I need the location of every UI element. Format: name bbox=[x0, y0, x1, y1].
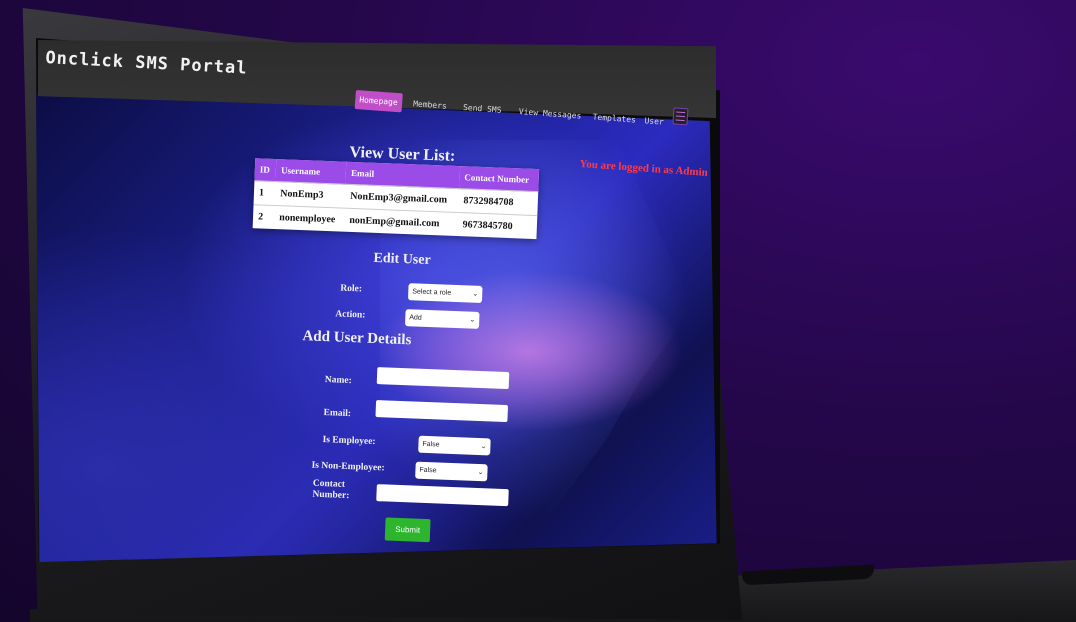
column-header: Username bbox=[275, 159, 347, 185]
contact-label-line1: Contact bbox=[312, 478, 346, 490]
chevron-down-icon: ⌄ bbox=[477, 468, 484, 477]
column-header: Contact Number bbox=[458, 166, 540, 192]
cell-id: 1 bbox=[253, 180, 276, 206]
submit-button[interactable]: Submit bbox=[384, 517, 431, 543]
name-label: Name: bbox=[324, 375, 352, 387]
is-employee-value: False bbox=[422, 440, 440, 449]
is-employee-select[interactable]: False ⌄ bbox=[418, 435, 491, 456]
contact-input[interactable] bbox=[376, 483, 509, 506]
chevron-down-icon: ⌄ bbox=[480, 443, 487, 451]
role-label: Role: bbox=[340, 283, 363, 295]
is-nonemployee-select[interactable]: False ⌄ bbox=[415, 461, 488, 482]
menu-icon[interactable] bbox=[672, 107, 689, 126]
edit-user-title: Edit User bbox=[373, 250, 431, 269]
cell-contact: 8732984708 bbox=[458, 188, 539, 216]
contact-label-line2: Number: bbox=[312, 489, 350, 502]
cell-username: nonemployee bbox=[273, 205, 345, 232]
cell-contact: 9673845780 bbox=[457, 212, 538, 240]
action-select[interactable]: Add ⌄ bbox=[404, 309, 480, 329]
action-select-value: Add bbox=[409, 314, 422, 322]
is-nonemployee-value: False bbox=[419, 466, 437, 475]
is-employee-label: Is Employee: bbox=[322, 435, 376, 448]
action-label: Action: bbox=[335, 309, 366, 321]
contact-label: Contact Number: bbox=[312, 479, 373, 503]
role-select[interactable]: Select a role ⌄ bbox=[407, 283, 483, 304]
nav-view-messages[interactable]: View Messages bbox=[514, 102, 586, 126]
nav-templates[interactable]: Templates bbox=[588, 107, 641, 130]
cell-id: 2 bbox=[252, 204, 275, 229]
nav-homepage[interactable]: Homepage bbox=[354, 90, 403, 113]
column-header: ID bbox=[254, 158, 277, 182]
nav-user[interactable]: User bbox=[640, 111, 669, 132]
chevron-down-icon: ⌄ bbox=[469, 316, 476, 324]
role-select-value: Select a role bbox=[412, 288, 452, 297]
user-table: ID Username Email Contact Number 1 NonEm… bbox=[252, 158, 540, 240]
cell-email: nonEmp@gmail.com bbox=[343, 208, 459, 237]
is-nonemployee-label: Is Non-Employee: bbox=[311, 460, 385, 474]
cell-username: NonEmp3 bbox=[274, 181, 346, 209]
nav-members[interactable]: Members bbox=[408, 94, 451, 116]
email-label: Email: bbox=[323, 408, 352, 420]
nav-send-sms[interactable]: Send SMS bbox=[458, 98, 506, 120]
chevron-down-icon: ⌄ bbox=[472, 290, 479, 298]
